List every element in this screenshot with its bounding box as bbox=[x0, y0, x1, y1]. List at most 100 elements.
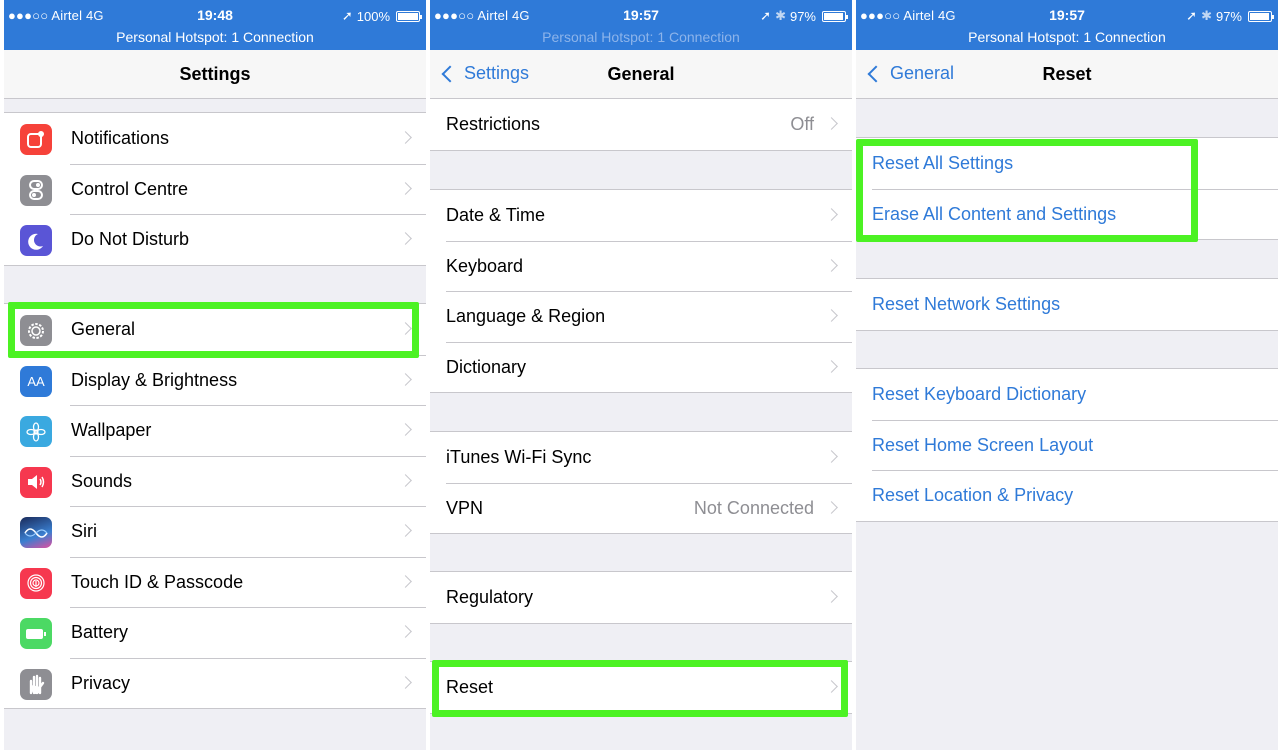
nav-bar: Settings bbox=[4, 50, 426, 99]
battery-percent: 97% bbox=[1215, 8, 1242, 24]
status-right: ➚ 100% bbox=[342, 8, 422, 24]
settings-item-general[interactable]: General bbox=[4, 304, 426, 355]
hotspot-banner[interactable]: Personal Hotspot: 1 Connection bbox=[430, 29, 852, 45]
notifications-icon bbox=[20, 124, 52, 155]
general-screen: ●●●○○ Airtel 4G 19:57 ➚ ✱ 97% Personal H… bbox=[430, 0, 852, 750]
chevron-right-icon bbox=[399, 232, 412, 245]
item-label: Keyboard bbox=[446, 255, 524, 276]
chevron-right-icon bbox=[399, 181, 412, 195]
item-label: Reset Home Screen Layout bbox=[872, 434, 1094, 455]
general-item-date-time[interactable]: Date & Time bbox=[430, 190, 852, 241]
status-bar: ●●●○○ Airtel 4G 19:57 ➚ ✱ 97% Personal H… bbox=[430, 0, 852, 50]
general-item-itunes-wifi-sync[interactable]: iTunes Wi-Fi Sync bbox=[430, 432, 852, 483]
chevron-right-icon bbox=[825, 590, 838, 603]
chevron-right-icon bbox=[399, 473, 412, 487]
item-label: Reset Network Settings bbox=[872, 294, 1061, 314]
bluetooth-icon: ✱ bbox=[1201, 8, 1212, 23]
chevron-right-icon bbox=[825, 359, 838, 373]
chevron-right-icon bbox=[825, 258, 838, 272]
reset-group-3: Reset Keyboard Dictionary Reset Home Scr… bbox=[856, 368, 1278, 522]
item-label: Reset All Settings bbox=[872, 153, 1014, 173]
item-label: Date & Time bbox=[446, 205, 546, 225]
item-label: Control Centre bbox=[71, 178, 189, 199]
general-group-date-keyboard: Date & Time Keyboard Language & Region D… bbox=[430, 189, 852, 393]
page-title: General bbox=[607, 64, 675, 84]
moon-icon bbox=[20, 225, 52, 256]
item-label: Erase All Content and Settings bbox=[872, 203, 1117, 224]
reset-group-1: Reset All Settings Erase All Content and… bbox=[856, 137, 1278, 240]
settings-item-display-brightness[interactable]: AA Display & Brightness bbox=[4, 354, 426, 406]
settings-item-notifications[interactable]: Notifications bbox=[4, 113, 426, 164]
general-item-language-region[interactable]: Language & Region bbox=[430, 291, 852, 342]
item-label: Reset bbox=[446, 677, 494, 697]
reset-home-screen-layout-button[interactable]: Reset Home Screen Layout bbox=[856, 419, 1278, 471]
item-label: Restrictions bbox=[446, 114, 541, 134]
erase-all-content-button[interactable]: Erase All Content and Settings bbox=[856, 188, 1278, 240]
reset-keyboard-dictionary-button[interactable]: Reset Keyboard Dictionary bbox=[856, 369, 1278, 420]
settings-item-siri[interactable]: Siri bbox=[4, 506, 426, 557]
item-label: Touch ID & Passcode bbox=[71, 571, 244, 592]
chevron-right-icon bbox=[825, 208, 838, 221]
item-label: Display & Brightness bbox=[71, 369, 238, 390]
fingerprint-icon bbox=[20, 567, 52, 599]
chevron-right-icon bbox=[825, 500, 838, 514]
speaker-icon bbox=[20, 466, 52, 498]
status-bar: ●●●○○ Airtel 4G 19:57 ➚ ✱ 97% Personal H… bbox=[856, 0, 1278, 50]
item-label: Reset Location & Privacy bbox=[872, 485, 1074, 505]
general-group-restrictions: Restrictions Off bbox=[430, 99, 852, 151]
siri-icon bbox=[20, 517, 52, 548]
settings-item-privacy[interactable]: Privacy bbox=[4, 657, 426, 709]
chevron-right-icon bbox=[399, 524, 412, 537]
battery-percent: 100% bbox=[356, 8, 390, 24]
settings-item-sounds[interactable]: Sounds bbox=[4, 455, 426, 507]
item-label: Wallpaper bbox=[71, 420, 152, 440]
item-label: General bbox=[71, 319, 136, 339]
item-label: Reset Keyboard Dictionary bbox=[872, 384, 1087, 404]
nav-bar: Settings General bbox=[430, 50, 852, 99]
general-group-regulatory: Regulatory bbox=[430, 571, 852, 624]
gear-icon bbox=[20, 315, 52, 346]
chevron-right-icon bbox=[399, 322, 412, 335]
item-label: Battery bbox=[71, 622, 129, 642]
chevron-right-icon bbox=[399, 625, 412, 638]
control-centre-icon bbox=[20, 174, 52, 206]
chevron-right-icon bbox=[399, 675, 412, 689]
reset-network-settings-button[interactable]: Reset Network Settings bbox=[856, 279, 1278, 330]
reset-location-privacy-button[interactable]: Reset Location & Privacy bbox=[856, 470, 1278, 521]
general-item-vpn[interactable]: VPN Not Connected bbox=[430, 482, 852, 534]
general-item-dictionary[interactable]: Dictionary bbox=[430, 341, 852, 393]
hand-icon bbox=[20, 668, 52, 700]
battery-percent: 97% bbox=[789, 8, 816, 24]
item-label: Privacy bbox=[71, 672, 131, 693]
chevron-right-icon bbox=[399, 372, 412, 386]
location-arrow-icon: ➚ bbox=[760, 8, 772, 23]
general-item-keyboard[interactable]: Keyboard bbox=[430, 240, 852, 292]
item-label: Do Not Disturb bbox=[71, 229, 190, 249]
page-title: Reset bbox=[1042, 64, 1092, 84]
battery-icon bbox=[20, 618, 52, 649]
settings-item-control-centre[interactable]: Control Centre bbox=[4, 163, 426, 215]
general-group-reset: Reset bbox=[430, 661, 852, 714]
item-value: Off bbox=[790, 114, 814, 134]
settings-item-wallpaper[interactable]: Wallpaper bbox=[4, 405, 426, 456]
settings-screen: ●●●○○ Airtel 4G 19:48 ➚ 100% Personal Ho… bbox=[4, 0, 426, 750]
settings-group-2: General AA Display & Brightness Wallpape… bbox=[4, 303, 426, 709]
general-item-regulatory[interactable]: Regulatory bbox=[430, 572, 852, 623]
settings-item-battery[interactable]: Battery bbox=[4, 607, 426, 658]
general-group-sync-vpn: iTunes Wi-Fi Sync VPN Not Connected bbox=[430, 431, 852, 534]
item-value: Not Connected bbox=[693, 497, 814, 518]
general-item-restrictions[interactable]: Restrictions Off bbox=[430, 99, 852, 150]
settings-item-touch-id-passcode[interactable]: Touch ID & Passcode bbox=[4, 556, 426, 608]
chevron-right-icon bbox=[825, 309, 838, 322]
hotspot-banner[interactable]: Personal Hotspot: 1 Connection bbox=[856, 29, 1278, 45]
status-right: ➚ ✱ 97% bbox=[760, 8, 848, 24]
settings-item-do-not-disturb[interactable]: Do Not Disturb bbox=[4, 214, 426, 265]
item-label: Language & Region bbox=[446, 306, 606, 326]
chevron-right-icon bbox=[825, 450, 838, 463]
item-label: Notifications bbox=[71, 128, 170, 148]
chevron-right-icon bbox=[825, 680, 838, 693]
hotspot-banner[interactable]: Personal Hotspot: 1 Connection bbox=[4, 29, 426, 45]
general-item-reset[interactable]: Reset bbox=[430, 662, 852, 713]
page-title: Settings bbox=[179, 64, 251, 84]
reset-all-settings-button[interactable]: Reset All Settings bbox=[856, 138, 1278, 189]
